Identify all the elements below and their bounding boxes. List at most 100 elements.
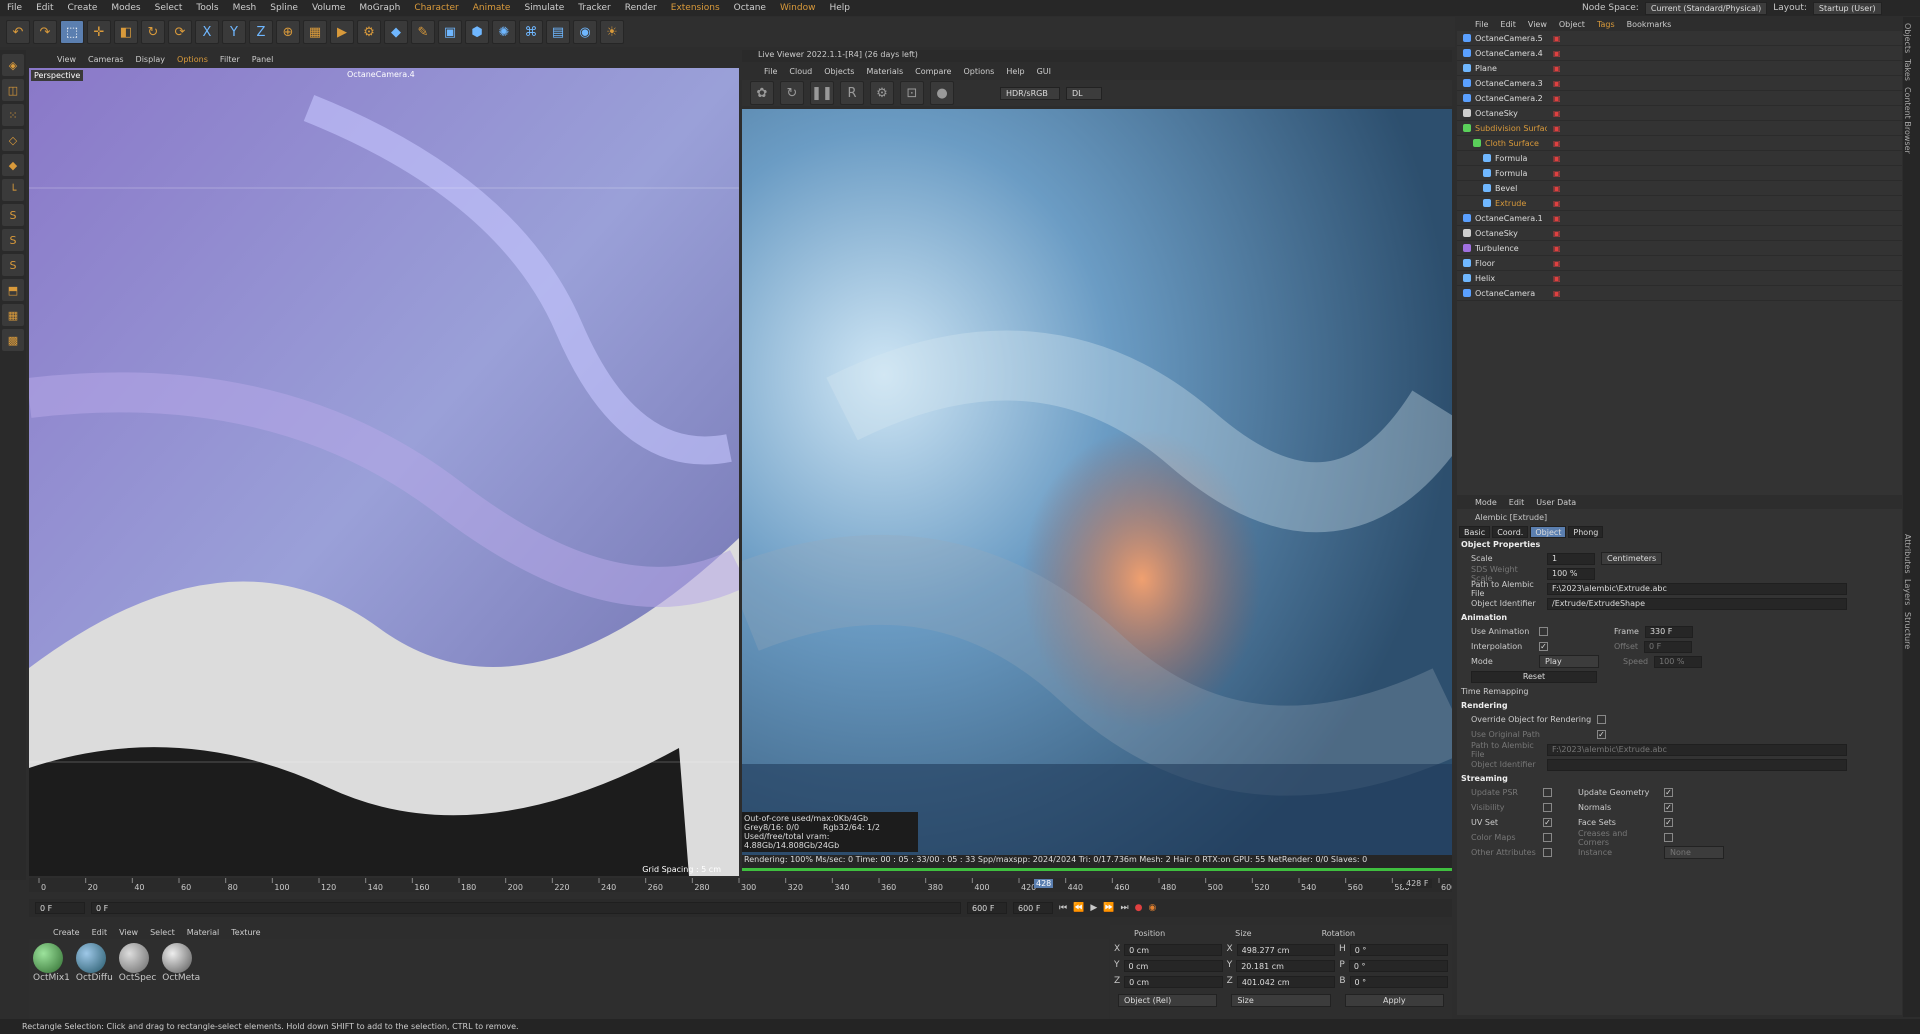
om-edit-menu[interactable]: Edit <box>1500 20 1516 29</box>
play-icon[interactable]: ▶ <box>1090 903 1097 913</box>
max-frame-field[interactable]: 600 F <box>1013 902 1053 914</box>
tab-attributes[interactable]: Attributes <box>1903 534 1912 574</box>
menu-octane[interactable]: Octane <box>727 3 773 13</box>
rotate-tool-icon[interactable]: ↻ <box>141 20 165 44</box>
edges-mode-icon[interactable]: ◇ <box>2 129 24 151</box>
grid-icon[interactable]: ▦ <box>2 304 24 326</box>
tab-object[interactable]: Object <box>1530 526 1567 538</box>
speed-field[interactable]: 100 % <box>1654 655 1703 668</box>
vp-options-menu[interactable]: Options <box>177 55 208 64</box>
tab-content-browser[interactable]: Content Browser <box>1903 87 1912 154</box>
subdivision-icon[interactable]: ▣ <box>438 20 462 44</box>
oid2-field[interactable] <box>1547 758 1847 771</box>
polygons-mode-icon[interactable]: ◆ <box>2 154 24 176</box>
render-settings-icon[interactable]: ⚙ <box>357 20 381 44</box>
om-view-menu[interactable]: View <box>1528 20 1547 29</box>
mat-view-menu[interactable]: View <box>119 928 138 937</box>
coord-mode-dropdown[interactable]: Object (Rel) <box>1118 994 1218 1007</box>
render-view-icon[interactable]: ▶ <box>330 20 354 44</box>
orig-path-checkbox[interactable]: ✓ <box>1597 730 1606 739</box>
tab-layers[interactable]: Layers <box>1903 579 1912 605</box>
object-row[interactable]: OctaneCamera.3 ▣ <box>1457 76 1902 91</box>
tag-icon[interactable]: ▣ <box>1553 154 1561 163</box>
menu-edit[interactable]: Edit <box>29 3 60 13</box>
mat-texture-menu[interactable]: Texture <box>231 928 260 937</box>
lv-options-menu[interactable]: Options <box>963 67 994 76</box>
tab-phong[interactable]: Phong <box>1568 526 1604 538</box>
object-row[interactable]: OctaneSky ▣ <box>1457 226 1902 241</box>
tab-structure[interactable]: Structure <box>1903 612 1912 649</box>
y-axis-icon[interactable]: Y <box>222 20 246 44</box>
menu-character[interactable]: Character <box>407 3 465 13</box>
stream-checkbox[interactable]: ✓ <box>1664 788 1673 797</box>
mat-edit-menu[interactable]: Edit <box>92 928 108 937</box>
tag-icon[interactable]: ▣ <box>1553 34 1561 43</box>
start-frame-field[interactable]: 0 F <box>35 902 85 914</box>
size-y-field[interactable]: 20.181 cm <box>1236 960 1336 972</box>
attr-mode-menu[interactable]: Mode <box>1475 498 1497 507</box>
layout-dropdown[interactable]: Startup (User) <box>1812 1 1882 15</box>
vp-panel-menu[interactable]: Panel <box>252 55 274 64</box>
menu-animate[interactable]: Animate <box>466 3 518 13</box>
menu-window[interactable]: Window <box>773 3 823 13</box>
tag-icon[interactable]: ▣ <box>1553 109 1561 118</box>
prev-key-icon[interactable]: ⏪ <box>1073 903 1084 913</box>
move-tool-icon[interactable]: ✛ <box>87 20 111 44</box>
material-item[interactable]: OctMeta <box>162 943 200 983</box>
menu-create[interactable]: Create <box>61 3 105 13</box>
scale-tool-icon[interactable]: ◧ <box>114 20 138 44</box>
menu-render[interactable]: Render <box>618 3 664 13</box>
object-row[interactable]: Floor ▣ <box>1457 256 1902 271</box>
size-z-field[interactable]: 401.042 cm <box>1236 976 1336 988</box>
snap-mode-icon[interactable]: S <box>2 254 24 276</box>
tag-icon[interactable]: ▣ <box>1553 229 1561 238</box>
tag-icon[interactable]: ▣ <box>1553 259 1561 268</box>
snap-settings-icon[interactable]: S <box>2 229 24 251</box>
next-key-icon[interactable]: ⏩ <box>1103 903 1114 913</box>
axis-mode-icon[interactable]: └ <box>2 179 24 201</box>
rot-b-field[interactable]: 0 ° <box>1349 976 1448 988</box>
tag-icon[interactable]: ▣ <box>1553 214 1561 223</box>
camera-icon[interactable]: ◉ <box>573 20 597 44</box>
attr-edit-menu[interactable]: Edit <box>1509 498 1525 507</box>
lv-gui-menu[interactable]: GUI <box>1037 67 1051 76</box>
cube-icon[interactable]: ◆ <box>384 20 408 44</box>
perspective-viewport[interactable]: Perspective OctaneCamera.4 Grid Spacing … <box>29 68 739 876</box>
undo-icon[interactable]: ↶ <box>6 20 30 44</box>
path2-field[interactable]: F:\2023\alembic\Extrude.abc <box>1547 743 1847 756</box>
goto-end-icon[interactable]: ⏭ <box>1120 903 1128 913</box>
model-mode-icon[interactable]: ◈ <box>2 54 24 76</box>
tab-coord[interactable]: Coord. <box>1492 526 1529 538</box>
extrude-icon[interactable]: ⬢ <box>465 20 489 44</box>
mat-select-menu[interactable]: Select <box>150 928 175 937</box>
object-row[interactable]: Turbulence ▣ <box>1457 241 1902 256</box>
snap-icon[interactable]: S <box>2 204 24 226</box>
recent-tool-icon[interactable]: ⟳ <box>168 20 192 44</box>
tag-icon[interactable]: ▣ <box>1553 139 1561 148</box>
tag-icon[interactable]: ▣ <box>1553 79 1561 88</box>
stream-checkbox[interactable]: ✓ <box>1543 818 1552 827</box>
override-checkbox[interactable] <box>1597 715 1607 724</box>
menu-tracker[interactable]: Tracker <box>571 3 617 13</box>
lv-help-menu[interactable]: Help <box>1006 67 1024 76</box>
cloner-icon[interactable]: ✺ <box>492 20 516 44</box>
mode-dropdown[interactable]: Play <box>1539 655 1599 668</box>
tag-icon[interactable]: ▣ <box>1553 49 1561 58</box>
menu-help[interactable]: Help <box>822 3 857 13</box>
stream-checkbox[interactable] <box>1543 833 1552 842</box>
om-object-menu[interactable]: Object <box>1559 20 1585 29</box>
pen-icon[interactable]: ✎ <box>411 20 435 44</box>
oid-field[interactable]: /Extrude/ExtrudeShape <box>1547 597 1847 610</box>
menu-modes[interactable]: Modes <box>104 3 147 13</box>
vp-filter-menu[interactable]: Filter <box>220 55 240 64</box>
pos-y-field[interactable]: 0 cm <box>1123 960 1223 972</box>
unit-dropdown[interactable]: Centimeters <box>1601 552 1663 565</box>
vp-display-menu[interactable]: Display <box>136 55 166 64</box>
menu-tools[interactable]: Tools <box>189 3 225 13</box>
attr-userdata-menu[interactable]: User Data <box>1536 498 1576 507</box>
stream-checkbox[interactable] <box>1543 788 1552 797</box>
frame-field[interactable]: 330 F <box>1644 625 1693 638</box>
sds-field[interactable]: 100 % <box>1547 567 1595 580</box>
scale-field[interactable]: 1 <box>1547 552 1595 565</box>
range-slider[interactable]: 0 F <box>91 902 961 914</box>
